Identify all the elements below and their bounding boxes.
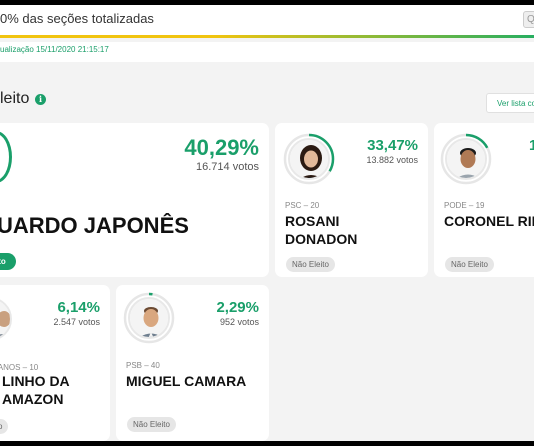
candidate-vote-ring bbox=[0, 131, 12, 183]
candidate-name: MIGUEL CAMARA bbox=[126, 373, 247, 389]
candidate-name-line2: DONADON bbox=[285, 231, 358, 247]
candidate-card[interactable]: 2,29% 952 votos PSB – 40 MIGUEL CAMARA N… bbox=[116, 285, 269, 441]
candidate-card[interactable]: 33,47% 13.882 votos PSC – 20 ROSANI DONA… bbox=[275, 123, 428, 277]
candidate-party: PSB – 40 bbox=[126, 361, 160, 370]
candidate-name-line2: AMAZON bbox=[2, 391, 64, 407]
candidate-percent: 33,47% bbox=[367, 137, 418, 154]
candidate-status-badge: Não Eleito bbox=[127, 417, 176, 432]
totalization-status: 0% das seções totalizadas bbox=[0, 11, 154, 26]
candidate-party: PODE – 19 bbox=[444, 201, 485, 210]
ver-lista-button[interactable]: Ver lista co bbox=[486, 93, 534, 113]
candidate-status-badge: Não Eleito bbox=[286, 257, 335, 272]
candidate-status-badge: Não Eleito bbox=[445, 257, 494, 272]
candidate-card[interactable]: 40,29% 16.714 votos UARDO JAPONÊS ito bbox=[0, 123, 269, 277]
candidate-votes: 13.882 votos bbox=[366, 155, 418, 165]
candidate-card[interactable]: 6,14% 2.547 votos CANOS – 10 LINHO DA AM… bbox=[0, 285, 110, 441]
candidate-percent: 6,14% bbox=[57, 299, 100, 316]
last-update-text: ualização 15/11/2020 21:15:17 bbox=[0, 42, 534, 62]
candidate-avatar bbox=[445, 138, 487, 180]
candidate-avatar bbox=[288, 138, 330, 180]
candidate-status-badge: ito bbox=[0, 253, 16, 270]
candidate-avatar bbox=[128, 297, 170, 339]
info-icon[interactable]: i bbox=[35, 94, 46, 105]
candidate-votes: 16.714 votos bbox=[196, 161, 259, 173]
results-page: 0% das seções totalizadas Q ualização 15… bbox=[0, 5, 534, 441]
top-bar: 0% das seções totalizadas Q bbox=[0, 5, 534, 35]
candidate-status-badge: o bbox=[0, 419, 9, 434]
candidate-votes: 2.547 votos bbox=[53, 317, 100, 327]
candidate-name: CORONEL RIL bbox=[444, 213, 534, 229]
totalization-progress-bar bbox=[0, 35, 534, 38]
candidate-party: PSC – 20 bbox=[285, 201, 320, 210]
candidate-votes: 952 votos bbox=[219, 317, 259, 327]
candidate-percent: 40,29% bbox=[184, 135, 259, 160]
section-title: leito bbox=[0, 90, 30, 107]
candidate-name: UARDO JAPONÊS bbox=[0, 213, 189, 238]
candidate-name: ROSANI bbox=[285, 213, 340, 229]
candidate-card[interactable]: 1 PODE – 19 CORONEL RIL Não Eleito bbox=[434, 123, 534, 277]
candidate-party: CANOS – 10 bbox=[0, 363, 39, 372]
candidate-percent: 2,29% bbox=[216, 299, 259, 316]
candidate-avatar bbox=[0, 297, 12, 341]
search-input[interactable]: Q bbox=[523, 11, 534, 28]
candidate-percent: 1 bbox=[529, 137, 534, 154]
candidate-name: LINHO DA bbox=[2, 373, 70, 389]
